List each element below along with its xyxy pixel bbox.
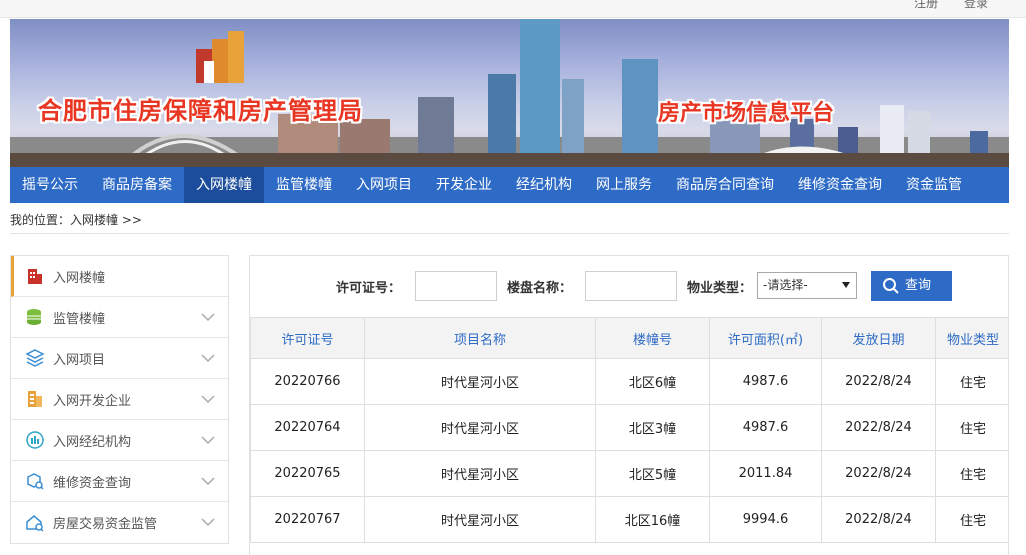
nav-item-commercial-filing[interactable]: 商品房备案: [90, 167, 184, 203]
column-header: 楼幢号: [595, 317, 710, 359]
sidebar-item-label: 入网经纪机构: [53, 434, 132, 450]
nav-item-agencies[interactable]: 经纪机构: [504, 167, 584, 203]
results-table: 许可证号 项目名称 楼幢号 许可面积(㎡) 发放日期 物业类型 20220766…: [250, 317, 1008, 543]
org-title: 合肥市住房保障和房产管理局: [38, 97, 363, 125]
license-number-cell: 20220765: [250, 450, 365, 497]
nav-item-registered-buildings[interactable]: 入网楼幢: [184, 167, 264, 203]
chevron-down-icon: [201, 354, 215, 363]
chevron-down-icon: [201, 395, 215, 404]
search-button-label: 查询: [905, 278, 932, 293]
permit-area-cell: 2011.84: [709, 450, 822, 497]
project-name-cell: 时代星河小区: [364, 358, 596, 405]
column-header: 项目名称: [364, 317, 596, 359]
agency-icon: [26, 431, 44, 449]
main-nav: 摇号公示 商品房备案 入网楼幢 监管楼幢 入网项目 开发企业 经纪机构 网上服务…: [10, 167, 1009, 203]
sidebar-item-label: 房屋交易资金监管: [53, 517, 158, 532]
project-name-label: 楼盘名称：: [507, 281, 573, 296]
house-search-icon: [26, 514, 44, 532]
breadcrumb: 我的位置：入网楼幢 >>: [10, 213, 142, 227]
sidebar-item-label: 入网楼幢: [53, 270, 106, 286]
issue-date-cell: 2022/8/24: [821, 358, 936, 405]
office-icon: [28, 391, 42, 407]
property-type-cell: 住宅: [935, 450, 1008, 497]
sidebar-item-label: 入网开发企业: [53, 393, 132, 409]
license-number-cell: 20220764: [250, 404, 365, 451]
building-number-cell: 北区5幢: [595, 450, 710, 497]
permit-area-cell: 9994.6: [709, 496, 822, 543]
property-type-label: 物业类型：: [687, 281, 753, 296]
building-number-cell: 北区3幢: [595, 404, 710, 451]
chevron-down-icon: [201, 477, 215, 486]
sidebar-item-label: 监管楼幢: [53, 311, 106, 327]
project-name-input[interactable]: [585, 271, 677, 301]
login-link[interactable]: 登录: [964, 0, 988, 10]
sidebar-item-supervised-buildings[interactable]: 监管楼幢: [11, 297, 228, 338]
column-header: 许可面积(㎡): [709, 317, 822, 359]
layers-icon: [25, 349, 45, 367]
sidebar-item-label: 维修资金查询: [53, 475, 132, 491]
chevron-down-icon: [201, 313, 215, 322]
project-name-cell: 时代星河小区: [364, 450, 596, 497]
sidebar-item-maintenance-fund[interactable]: 维修资金查询: [11, 461, 228, 502]
project-name-cell: 时代星河小区: [364, 404, 596, 451]
property-type-cell: 住宅: [935, 404, 1008, 451]
nav-item-online-service[interactable]: 网上服务: [584, 167, 664, 203]
nav-item-lottery[interactable]: 摇号公示: [10, 167, 90, 203]
building-number-cell: 北区6幢: [595, 358, 710, 405]
issue-date-cell: 2022/8/24: [821, 496, 936, 543]
sidebar-item-developers[interactable]: 入网开发企业: [11, 379, 228, 420]
column-header: 发放日期: [821, 317, 936, 359]
property-type-value: -请选择-: [763, 278, 808, 292]
coins-icon: [27, 309, 41, 325]
header-banner: 合肥市住房保障和房产管理局 房产市场信息平台: [10, 19, 1009, 167]
sidebar-item-fund-supervision[interactable]: 房屋交易资金监管: [11, 502, 228, 543]
main-panel: 许可证号： 楼盘名称： 物业类型： -请选择- 查询 许可证号 项目名称 楼幢号…: [249, 255, 1009, 555]
license-number-cell: 20220766: [250, 358, 365, 405]
column-header: 物业类型: [935, 317, 1008, 359]
search-bar: 许可证号： 楼盘名称： 物业类型： -请选择- 查询: [250, 256, 1008, 318]
nav-item-developers[interactable]: 开发企业: [424, 167, 504, 203]
license-label: 许可证号：: [336, 281, 402, 296]
table-row[interactable]: 20220767 时代星河小区 北区16幢 9994.6 2022/8/24 住…: [250, 496, 1008, 543]
chevron-down-icon: [201, 518, 215, 527]
box-search-icon: [27, 473, 44, 490]
search-button[interactable]: 查询: [871, 271, 952, 301]
issue-date-cell: 2022/8/24: [821, 450, 936, 497]
permit-area-cell: 4987.6: [709, 358, 822, 405]
table-row[interactable]: 20220766 时代星河小区 北区6幢 4987.6 2022/8/24 住宅: [250, 358, 1008, 405]
property-type-select[interactable]: -请选择-: [757, 272, 857, 299]
table-row[interactable]: 20220764 时代星河小区 北区3幢 4987.6 2022/8/24 住宅: [250, 404, 1008, 451]
building-number-cell: 北区16幢: [595, 496, 710, 543]
project-name-cell: 时代星河小区: [364, 496, 596, 543]
property-type-cell: 住宅: [935, 496, 1008, 543]
issue-date-cell: 2022/8/24: [821, 404, 936, 451]
platform-title: 房产市场信息平台: [658, 101, 835, 126]
sidebar-item-agencies[interactable]: 入网经纪机构: [11, 420, 228, 461]
table-row[interactable]: 20220765 时代星河小区 北区5幢 2011.84 2022/8/24 住…: [250, 450, 1008, 497]
nav-item-supervised-buildings[interactable]: 监管楼幢: [264, 167, 344, 203]
building-icon: [28, 269, 42, 284]
register-link[interactable]: 注册: [914, 0, 938, 10]
sidebar-item-label: 入网项目: [53, 352, 106, 368]
sidebar-item-registered-projects[interactable]: 入网项目: [11, 338, 228, 379]
permit-area-cell: 4987.6: [709, 404, 822, 451]
search-icon: [883, 278, 899, 294]
nav-item-contract-query[interactable]: 商品房合同查询: [664, 167, 786, 203]
sidebar: 入网楼幢 监管楼幢 入网项目 入网开发企业 入网经纪机构 维修资金查询 房屋交易…: [10, 255, 229, 544]
nav-item-fund-supervision[interactable]: 资金监管: [894, 167, 974, 203]
sidebar-item-registered-buildings[interactable]: 入网楼幢: [11, 256, 228, 297]
column-header: 许可证号: [250, 317, 365, 359]
license-number-input[interactable]: [415, 271, 497, 301]
divider: [10, 233, 1009, 234]
nav-item-registered-projects[interactable]: 入网项目: [344, 167, 424, 203]
nav-item-maintenance-fund[interactable]: 维修资金查询: [786, 167, 894, 203]
property-type-cell: 住宅: [935, 358, 1008, 405]
dropdown-arrow-icon: [842, 282, 850, 288]
table-header-row: 许可证号 项目名称 楼幢号 许可面积(㎡) 发放日期 物业类型: [250, 317, 1008, 359]
chevron-down-icon: [201, 436, 215, 445]
license-number-cell: 20220767: [250, 496, 365, 543]
top-bar: 注册 登录: [0, 0, 1026, 18]
